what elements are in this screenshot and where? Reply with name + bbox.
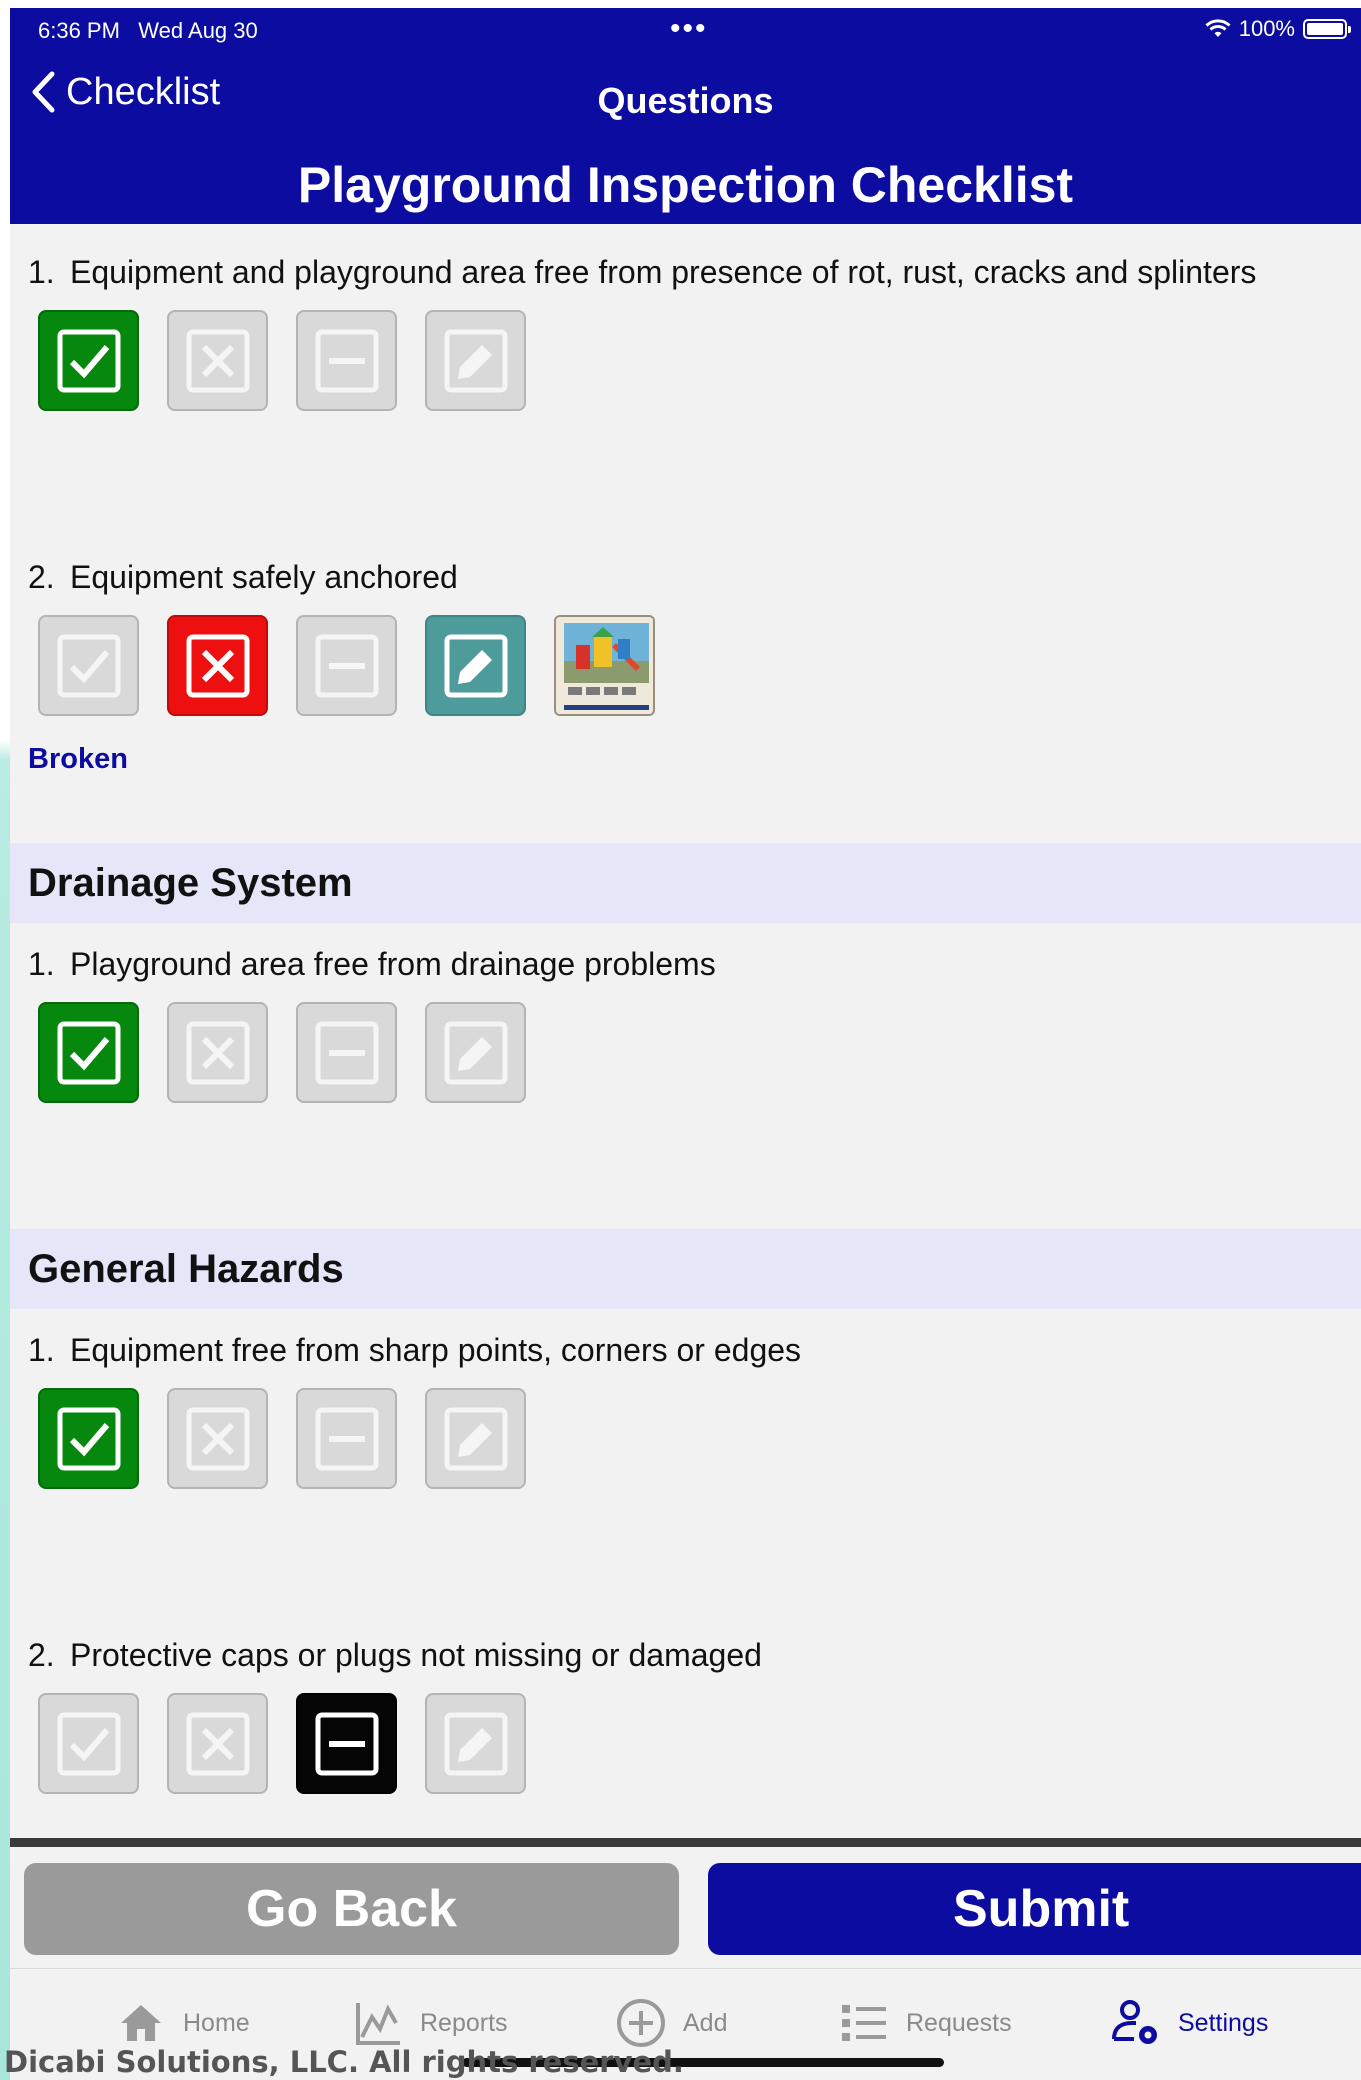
answer-na-button[interactable] — [296, 615, 397, 716]
checkbox-minus-icon — [315, 1407, 378, 1470]
answer-yes-button[interactable] — [38, 1693, 139, 1794]
app-screen: 6:36 PM Wed Aug 30 ••• 100% Checklist Qu… — [10, 8, 1361, 2080]
section-header: Drainage System — [10, 843, 1361, 923]
answer-na-button[interactable] — [296, 1693, 397, 1794]
go-back-button[interactable]: Go Back — [24, 1863, 679, 1955]
tab-requests[interactable]: Requests — [838, 1997, 1012, 2049]
checkbox-check-icon — [57, 329, 120, 392]
add-note-button[interactable] — [425, 615, 526, 716]
user-settings-icon — [1112, 2000, 1157, 2044]
answer-row — [38, 615, 655, 716]
divider — [10, 1838, 1361, 1847]
checkbox-minus-icon — [315, 634, 378, 697]
page-title: Playground Inspection Checklist — [297, 157, 1074, 213]
question-text: 1. Playground area free from drainage pro… — [28, 946, 716, 982]
tab-add[interactable]: Add — [615, 1997, 727, 2049]
answer-yes-button[interactable] — [38, 310, 139, 411]
submit-button[interactable]: Submit — [708, 1863, 1361, 1955]
nav-title: Questions — [597, 80, 774, 121]
tab-home[interactable]: Home — [115, 1997, 250, 2049]
checkbox-x-icon — [186, 329, 249, 392]
answer-no-button[interactable] — [167, 310, 268, 411]
answer-yes-button[interactable] — [38, 615, 139, 716]
answer-no-button[interactable] — [167, 1002, 268, 1103]
question-text: 2. Equipment safely anchored — [28, 559, 458, 595]
answer-no-button[interactable] — [167, 615, 268, 716]
add-note-button[interactable] — [425, 310, 526, 411]
add-note-button[interactable] — [425, 1388, 526, 1489]
add-circle-icon — [617, 1999, 665, 2047]
checkbox-check-icon — [57, 1712, 120, 1775]
answer-row — [38, 310, 526, 411]
battery-percent: 100% — [1238, 16, 1295, 41]
list-icon — [842, 2005, 886, 2041]
pencil-edit-icon — [444, 329, 507, 392]
playground-photo-image — [556, 617, 653, 714]
pencil-edit-icon — [444, 1712, 507, 1775]
checkbox-x-icon — [186, 1407, 249, 1470]
app-frame: 6:36 PM Wed Aug 30 ••• 100% Checklist Qu… — [0, 0, 1361, 2080]
checkbox-check-icon — [57, 1407, 120, 1470]
status-time: 6:36 PM Wed Aug 30 — [38, 18, 258, 43]
checkbox-x-icon — [186, 1021, 249, 1084]
battery-icon — [1303, 19, 1351, 39]
answer-na-button[interactable] — [296, 1388, 397, 1489]
status-right: 100% — [1205, 16, 1351, 42]
answer-na-button[interactable] — [296, 1002, 397, 1103]
pencil-edit-icon — [444, 634, 507, 697]
answer-yes-button[interactable] — [38, 1002, 139, 1103]
ellipsis-icon[interactable]: ••• — [670, 12, 708, 46]
answer-yes-button[interactable] — [38, 1388, 139, 1489]
tab-settings[interactable]: Settings — [1110, 1997, 1268, 2049]
left-edge-strip — [0, 0, 10, 2080]
section-title: Drainage System — [28, 861, 353, 905]
home-icon — [121, 2005, 161, 2041]
question-text: 2. Protective caps or plugs not missing o… — [28, 1637, 762, 1673]
answer-na-button[interactable] — [296, 310, 397, 411]
reports-chart-icon — [356, 2003, 400, 2045]
answer-row — [38, 1693, 526, 1794]
tab-reports[interactable]: Reports — [352, 1997, 508, 2049]
question-text: 1. Equipment free from sharp points, corn… — [28, 1332, 802, 1368]
question-text: 1. Equipment and playground area free fro… — [28, 254, 1257, 290]
add-note-button[interactable] — [425, 1693, 526, 1794]
pencil-edit-icon — [444, 1407, 507, 1470]
attached-photo-thumbnail[interactable] — [554, 615, 655, 716]
copyright-text: Dicabi Solutions, LLC. All rights reserv… — [4, 2045, 684, 2079]
answer-no-button[interactable] — [167, 1693, 268, 1794]
answer-row — [38, 1002, 526, 1103]
checkbox-check-icon — [57, 1021, 120, 1084]
checkbox-minus-icon — [315, 329, 378, 392]
add-note-button[interactable] — [425, 1002, 526, 1103]
checkbox-minus-icon — [315, 1021, 378, 1084]
answer-no-button[interactable] — [167, 1388, 268, 1489]
section-title: General Hazards — [28, 1247, 344, 1291]
checkbox-x-icon — [186, 1712, 249, 1775]
answer-row — [38, 1388, 526, 1489]
question-note: Broken — [28, 743, 128, 775]
header: 6:36 PM Wed Aug 30 ••• 100% Checklist Qu… — [10, 8, 1361, 224]
wifi-icon — [1205, 19, 1231, 37]
checkbox-check-icon — [57, 634, 120, 697]
section-header: General Hazards — [10, 1229, 1361, 1309]
checkbox-x-icon — [186, 634, 249, 697]
pencil-edit-icon — [444, 1021, 507, 1084]
checkbox-minus-icon — [315, 1712, 378, 1775]
